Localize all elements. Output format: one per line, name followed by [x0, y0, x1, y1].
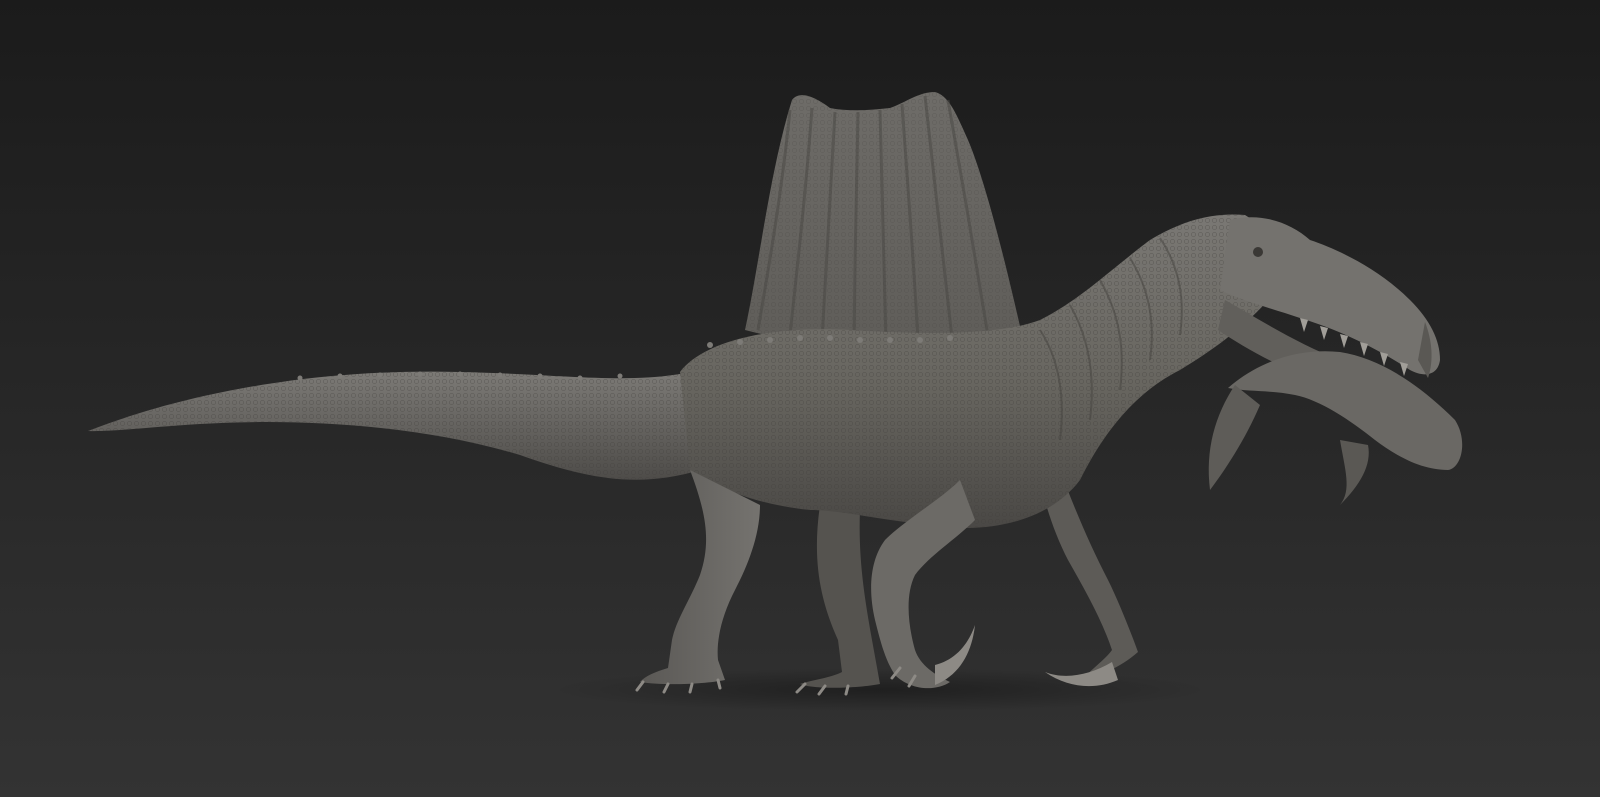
sculpt-render: [0, 0, 1600, 797]
render-viewport: [0, 0, 1600, 797]
eye: [1253, 247, 1263, 257]
